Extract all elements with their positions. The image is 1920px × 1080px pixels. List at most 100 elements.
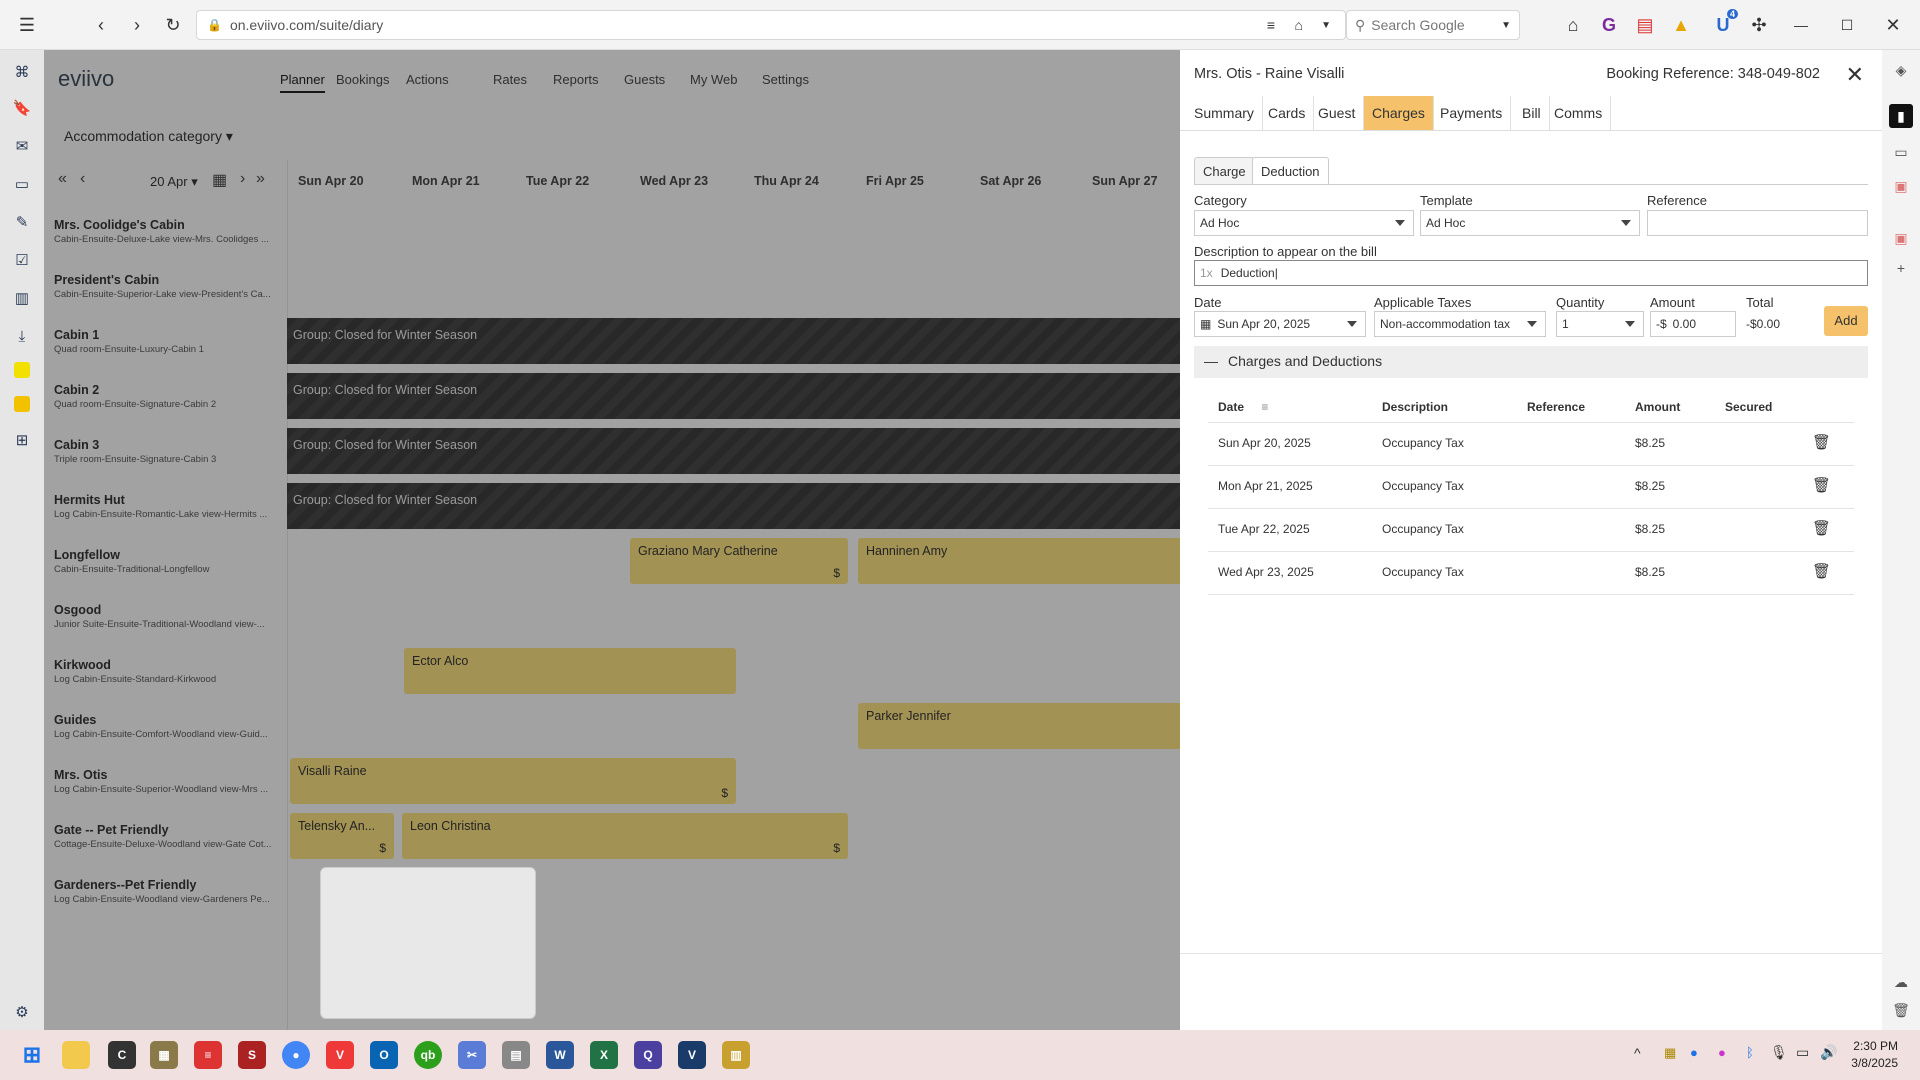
trash-icon[interactable]: 🗑 [1889, 998, 1913, 1022]
amount-input[interactable]: -$ 0.00 [1650, 311, 1736, 337]
chrome-icon[interactable]: ● [282, 1041, 310, 1069]
tab-summary[interactable]: Summary [1186, 96, 1263, 130]
home-icon[interactable]: ⌂ [1560, 12, 1586, 38]
system-clock[interactable]: 2:30 PM 3/8/2025 [1851, 1038, 1898, 1072]
puzzle-icon[interactable]: ✣ [1746, 12, 1772, 38]
quantity-select[interactable]: 1 [1556, 311, 1644, 337]
checklist-icon[interactable]: ☑ [10, 248, 34, 272]
maximize-icon[interactable]: ☐ [1834, 12, 1860, 38]
add-button[interactable]: Add [1824, 306, 1868, 336]
settings-icon[interactable]: ⚙ [10, 1000, 34, 1024]
panel-toggle-icon[interactable]: ▮ [1889, 104, 1913, 128]
address-bar[interactable]: 🔒 on.eviivo.com/suite/diary ≡ ⌂ ▼ [196, 10, 1346, 40]
dropdown-icon[interactable]: ▼ [1501, 20, 1511, 31]
tray-icon[interactable]: ▦ [1664, 1045, 1676, 1061]
windows-start-icon[interactable]: ⊞ [18, 1041, 46, 1069]
window-icon[interactable]: ▭ [1889, 140, 1913, 164]
word-icon[interactable]: W [546, 1041, 574, 1069]
tab-payments[interactable]: Payments [1432, 96, 1512, 130]
date-picker[interactable]: ▦ Sun Apr 20, 2025 [1194, 311, 1366, 337]
tab-guest[interactable]: Guest [1310, 96, 1365, 130]
app-icon[interactable]: V [678, 1041, 706, 1069]
category-label: Category [1194, 193, 1247, 208]
app-icon[interactable]: C [108, 1041, 136, 1069]
row-description: Occupancy Tax [1382, 479, 1464, 493]
extension-badge-icon[interactable]: U4 [1710, 9, 1738, 38]
col-date[interactable]: Date ≡ [1218, 400, 1268, 414]
charges-section-header[interactable]: — Charges and Deductions [1194, 346, 1868, 378]
idea-icon[interactable] [14, 396, 30, 412]
date-label: Date [1194, 295, 1222, 310]
category-select[interactable]: Ad Hoc [1194, 210, 1414, 236]
outlook-icon[interactable]: O [370, 1041, 398, 1069]
network-icon[interactable]: ▭ [1796, 1044, 1809, 1061]
subtab-charge[interactable]: Charge [1194, 157, 1255, 185]
reader-icon[interactable]: ≡ [1267, 17, 1275, 33]
bookmark-icon[interactable]: 🔖 [10, 96, 34, 120]
tray-icon[interactable]: ● [1718, 1045, 1726, 1060]
app-icon[interactable]: ▦ [150, 1041, 178, 1069]
cloud-icon[interactable]: ☁ [1889, 970, 1913, 994]
app-icon[interactable]: Q [634, 1041, 662, 1069]
trash-icon[interactable]: 🗑 [1812, 476, 1831, 494]
row-amount: $8.25 [1635, 479, 1666, 493]
layers-icon[interactable]: ◈ [1889, 58, 1913, 82]
trash-icon[interactable]: 🗑 [1812, 519, 1831, 537]
chevron-up-icon[interactable]: ^ [1634, 1045, 1641, 1061]
calendar-icon[interactable]: ▭ [10, 172, 34, 196]
trash-icon[interactable]: 🗑 [1812, 433, 1831, 451]
minimize-icon[interactable]: — [1788, 12, 1814, 38]
edit-icon[interactable]: ✎ [10, 210, 34, 234]
tab-divider [1180, 130, 1882, 131]
trash-icon[interactable]: 🗑 [1812, 562, 1831, 580]
extension-icon[interactable]: ▣ [1889, 226, 1913, 250]
extension-g-icon[interactable]: G [1596, 12, 1622, 38]
back-icon[interactable]: ‹ [88, 12, 114, 38]
add-icon[interactable]: + [1889, 256, 1913, 280]
tab-charges[interactable]: Charges [1364, 96, 1434, 130]
tab-bill[interactable]: Bill [1514, 96, 1550, 130]
extension-icon[interactable]: ▣ [1889, 174, 1913, 198]
forward-icon[interactable]: › [124, 12, 150, 38]
extension-todoist-icon[interactable]: ▤ [1632, 12, 1658, 38]
close-window-icon[interactable]: ✕ [1880, 12, 1906, 38]
description-input[interactable]: 1x Deduction| [1194, 260, 1868, 286]
add-panel-icon[interactable]: ⊞ [10, 428, 34, 452]
tab-cards[interactable]: Cards [1260, 96, 1315, 130]
close-icon[interactable]: ✕ [1846, 62, 1864, 88]
app-icon[interactable]: ▤ [502, 1041, 530, 1069]
tray-icon[interactable]: ● [1690, 1045, 1698, 1060]
dropdown-icon[interactable]: ▼ [1321, 20, 1331, 31]
book-icon[interactable]: ▥ [10, 286, 34, 310]
filter-icon[interactable]: ≡ [1261, 400, 1268, 414]
microphone-icon[interactable]: 🎙 [1770, 1044, 1788, 1061]
file-explorer-icon[interactable] [62, 1041, 90, 1069]
template-select[interactable]: Ad Hoc [1420, 210, 1640, 236]
app-icon[interactable]: ≡ [194, 1041, 222, 1069]
volume-icon[interactable]: 🔊 [1820, 1044, 1837, 1061]
extension-drive-icon[interactable]: ▲ [1668, 12, 1694, 38]
excel-icon[interactable]: X [590, 1041, 618, 1069]
mail-icon[interactable]: ✉ [10, 134, 34, 158]
search-input[interactable]: ⚲ Search Google ▼ [1346, 10, 1520, 40]
notes-icon[interactable] [14, 362, 30, 378]
tab-comms[interactable]: Comms [1546, 96, 1612, 130]
subtab-deduction[interactable]: Deduction [1252, 157, 1329, 185]
taxes-select[interactable]: Non-accommodation tax [1374, 311, 1546, 337]
vivaldi-icon[interactable]: V [326, 1041, 354, 1069]
app-icon[interactable]: ✂ [458, 1041, 486, 1069]
description-value: Deduction [1220, 266, 1275, 280]
bookmark-icon[interactable]: ⌂ [1295, 17, 1303, 33]
reference-input[interactable] [1647, 210, 1868, 236]
menu-icon[interactable]: ☰ [14, 12, 40, 38]
browser-toolbar: ☰ ‹ › ↻ 🔒 on.eviivo.com/suite/diary ≡ ⌂ … [0, 0, 1920, 50]
modal-overlay[interactable] [44, 50, 1180, 1030]
quickbooks-icon[interactable]: qb [414, 1041, 442, 1069]
collapse-icon[interactable]: — [1204, 353, 1218, 369]
app-icon[interactable]: ▥ [722, 1041, 750, 1069]
app-icon[interactable]: S [238, 1041, 266, 1069]
bluetooth-icon[interactable]: ᛒ [1746, 1045, 1754, 1060]
download-icon[interactable]: ⤓ [10, 324, 34, 348]
row-date: Sun Apr 20, 2025 [1218, 436, 1311, 450]
reload-icon[interactable]: ↻ [160, 12, 186, 38]
